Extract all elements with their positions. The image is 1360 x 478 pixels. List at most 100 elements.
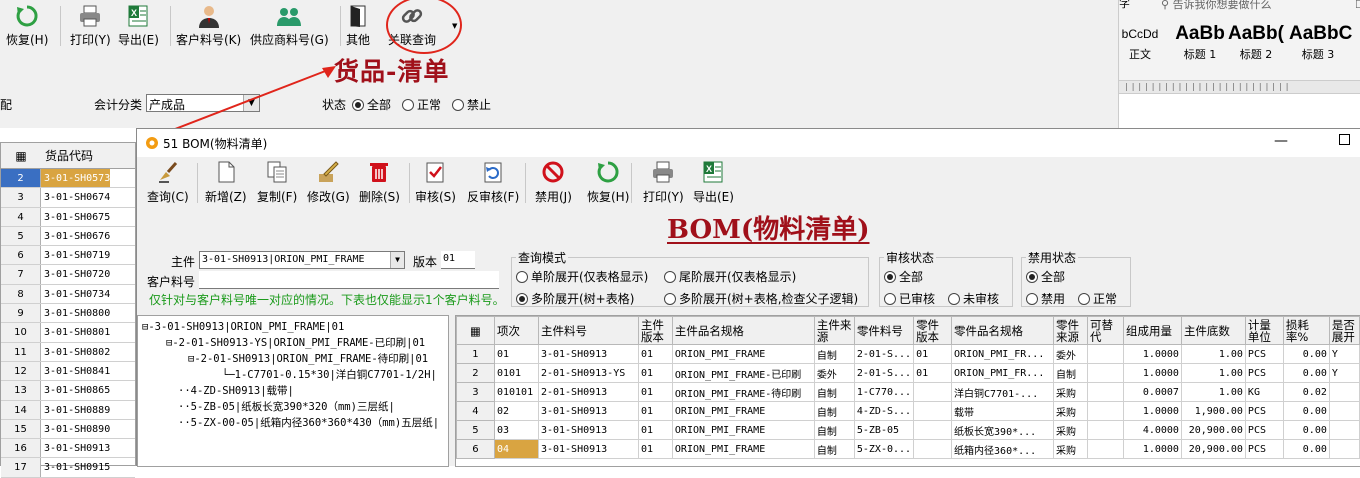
disable-normal[interactable]: 正常 bbox=[1078, 290, 1117, 307]
bom-toolbar-button-8[interactable]: 恢复(H) bbox=[587, 160, 629, 206]
disable-all[interactable]: 全部 bbox=[1026, 268, 1065, 285]
goods-list-row[interactable]: 17 3-01-SH0915 bbox=[1, 458, 135, 478]
table-row[interactable]: 2 0101 2-01-SH0913-YS 01 ORION_PMI_FRAME-已印刷… bbox=[456, 363, 1360, 383]
collapse-icon[interactable]: ⊟- bbox=[142, 321, 155, 333]
collapse-icon[interactable]: ⊟- bbox=[188, 353, 201, 365]
tree-node[interactable]: └─1-C7701-0.15*30|洋白铜C7701-1/2H| bbox=[222, 368, 437, 382]
goods-list-row[interactable]: 7 3-01-SH0720 bbox=[1, 265, 135, 285]
mode-last-level[interactable]: 尾阶展开(仅表格显示) bbox=[664, 268, 796, 285]
column-header[interactable]: 计量单位 bbox=[1244, 316, 1284, 345]
status-radio-forbidden[interactable]: 禁止 bbox=[452, 96, 491, 113]
goods-list-row[interactable]: 16 3-01-SH0913 bbox=[1, 439, 135, 459]
table-row[interactable]: 4 02 3-01-SH0913 01 ORION_PMI_FRAME 自制 4-ZD-S.… bbox=[456, 401, 1360, 421]
toolbar-button-5[interactable]: 其他 bbox=[346, 4, 370, 50]
column-header[interactable]: 主件品名规格 bbox=[671, 316, 815, 345]
grid-icon[interactable]: ▦ bbox=[1, 149, 41, 163]
goods-list-row[interactable]: 2 3-01-SH0573 bbox=[1, 169, 135, 189]
version-input[interactable]: 01 bbox=[441, 251, 475, 269]
goods-list-row[interactable]: 11 3-01-SH0802 bbox=[1, 342, 135, 362]
style-gallery-item[interactable]: AaBb(标题 2 bbox=[1227, 22, 1285, 64]
bom-toolbar-button-2[interactable]: 复制(F) bbox=[257, 160, 297, 206]
column-header[interactable]: 项次 bbox=[493, 316, 539, 345]
table-cell: 4.0000 bbox=[1122, 420, 1182, 440]
column-header[interactable]: 主件来源 bbox=[813, 316, 855, 345]
mode-multi-level-check[interactable]: 多阶展开(树+表格,检查父子逻辑) bbox=[664, 290, 858, 307]
bom-toolbar-button-0[interactable]: 查询(C) bbox=[147, 160, 189, 206]
toolbar-button-2[interactable]: X 导出(E) bbox=[118, 4, 159, 50]
toolbar-button-0[interactable]: 恢复(H) bbox=[6, 4, 48, 50]
style-gallery-item[interactable]: bCcDd 正文 bbox=[1115, 22, 1165, 64]
style-gallery-item[interactable]: AaBb 标题 1 bbox=[1171, 22, 1229, 64]
audit-approved[interactable]: 已审核 bbox=[884, 290, 935, 307]
tree-node[interactable]: ··5-ZX-00-05|纸箱内径360*360*430（mm)五层纸| bbox=[178, 416, 439, 430]
mode-single-level[interactable]: 单阶展开(仅表格显示) bbox=[516, 268, 648, 285]
status-radio-all[interactable]: 全部 bbox=[352, 96, 391, 113]
column-header[interactable]: 零件料号 bbox=[853, 316, 915, 345]
table-cell: 0.00 bbox=[1282, 420, 1330, 440]
column-header[interactable]: 主件底数 bbox=[1180, 316, 1246, 345]
row-number: 5 bbox=[1, 226, 41, 246]
column-header[interactable]: 是否展开 bbox=[1328, 316, 1360, 345]
chevron-down-icon[interactable]: ▼ bbox=[390, 252, 404, 268]
goods-list-row[interactable]: 15 3-01-SH0890 bbox=[1, 419, 135, 440]
minimize-button[interactable]: — bbox=[1274, 133, 1288, 149]
table-cell: ORION_PMI_FRAME-已印刷 bbox=[671, 363, 815, 383]
toolbar-button-label: 其他 bbox=[346, 33, 371, 47]
bom-toolbar-button-1[interactable]: 新增(Z) bbox=[205, 160, 247, 206]
bom-toolbar-button-7[interactable]: 禁用(J) bbox=[535, 160, 572, 206]
goods-list-row[interactable]: 6 3-01-SH0719 bbox=[1, 246, 135, 266]
main-part-select[interactable]: 3-01-SH0913|ORION_PMI_FRAME ▼ bbox=[199, 251, 405, 269]
maximize-button[interactable] bbox=[1339, 134, 1350, 145]
toolbar-button-4[interactable]: 供应商料号(G) bbox=[250, 4, 329, 50]
table-row[interactable]: 5 03 3-01-SH0913 01 ORION_PMI_FRAME 自制 5-ZB-05… bbox=[456, 420, 1360, 440]
tree-node[interactable]: ⊟-2-01-SH0913-YS|ORION_PMI_FRAME-已印刷|01 bbox=[166, 336, 425, 350]
column-header[interactable]: 主件版本 bbox=[637, 316, 673, 345]
table-row[interactable]: 1 01 3-01-SH0913 01 ORION_PMI_FRAME 自制 2-01-S.… bbox=[456, 344, 1360, 364]
account-icon[interactable]: ☐ bbox=[1355, 0, 1360, 11]
tell-me-search[interactable]: ⚲ 告诉我你想要做什么 bbox=[1161, 0, 1351, 11]
audit-all[interactable]: 全部 bbox=[884, 268, 923, 285]
goods-list-row[interactable]: 14 3-01-SH0889 bbox=[1, 400, 135, 420]
tree-node[interactable]: ⊟-2-01-SH0913|ORION_PMI_FRAME-待印刷|01 bbox=[188, 352, 428, 366]
bom-toolbar-button-3[interactable]: 修改(G) bbox=[307, 160, 350, 206]
goods-list-row[interactable]: 8 3-01-SH0734 bbox=[1, 284, 135, 305]
table-cell: PCS bbox=[1244, 439, 1284, 459]
disable-status-group: 禁用状态 全部 禁用 正常 bbox=[1021, 249, 1131, 307]
goods-list-row[interactable]: 12 3-01-SH0841 bbox=[1, 361, 135, 382]
table-row[interactable]: 6 04 3-01-SH0913 01 ORION_PMI_FRAME 自制 5-ZX-0.… bbox=[456, 439, 1360, 459]
column-header[interactable]: 主件料号 bbox=[537, 316, 639, 345]
customer-part-input[interactable] bbox=[199, 271, 499, 289]
bom-toolbar-button-10[interactable]: X 导出(E) bbox=[693, 160, 734, 206]
style-gallery-item[interactable]: AaBbC 标题 3 bbox=[1289, 22, 1352, 64]
column-header[interactable]: 可替代 bbox=[1087, 316, 1124, 345]
column-header[interactable]: 零件品名规格 bbox=[951, 316, 1055, 345]
bom-toolbar-button-6[interactable]: 反审核(F) bbox=[467, 160, 519, 206]
row-number: 10 bbox=[1, 323, 41, 342]
audit-unapproved[interactable]: 未审核 bbox=[948, 290, 999, 307]
grid-corner[interactable]: ▦ bbox=[456, 316, 495, 345]
status-radio-normal[interactable]: 正常 bbox=[402, 96, 441, 113]
goods-list-row[interactable]: 5 3-01-SH0676 bbox=[1, 226, 135, 247]
disable-disabled[interactable]: 禁用 bbox=[1026, 290, 1065, 307]
goods-list-row[interactable]: 4 3-01-SH0675 bbox=[1, 207, 135, 227]
column-header[interactable]: 零件版本 bbox=[913, 316, 953, 345]
tree-node[interactable]: ··5-ZB-05|纸板长宽390*320（mm)三层纸| bbox=[178, 400, 395, 414]
mode-multi-level[interactable]: 多阶展开(树+表格) bbox=[516, 290, 634, 307]
bom-toolbar-button-4[interactable]: 删除(S) bbox=[359, 160, 400, 206]
tree-node[interactable]: ··4-ZD-SH0913|载带| bbox=[178, 384, 294, 398]
column-header[interactable]: 零件来源 bbox=[1053, 316, 1088, 345]
goods-list-row[interactable]: 3 3-01-SH0674 bbox=[1, 188, 135, 208]
goods-list-row[interactable]: 13 3-01-SH0865 bbox=[1, 381, 135, 401]
row-number: 2 bbox=[1, 169, 41, 188]
goods-list-row[interactable]: 10 3-01-SH0801 bbox=[1, 323, 135, 343]
column-header[interactable]: 组成用量 bbox=[1122, 316, 1182, 345]
bom-toolbar-button-9[interactable]: 打印(Y) bbox=[643, 160, 684, 206]
column-header[interactable]: 损耗率% bbox=[1282, 316, 1330, 345]
toolbar-button-3[interactable]: 客户料号(K) bbox=[176, 4, 241, 50]
tree-node[interactable]: ⊟-3-01-SH0913|ORION_PMI_FRAME|01 bbox=[142, 320, 344, 334]
table-row[interactable]: 3 010101 2-01-SH0913 01 ORION_PMI_FRAME-待印刷自… bbox=[456, 382, 1360, 402]
bom-toolbar-button-5[interactable]: 审核(S) bbox=[415, 160, 456, 206]
goods-list-row[interactable]: 9 3-01-SH0800 bbox=[1, 304, 135, 324]
toolbar-button-1[interactable]: 打印(Y) bbox=[70, 4, 111, 50]
collapse-icon[interactable]: ⊟- bbox=[166, 337, 179, 349]
